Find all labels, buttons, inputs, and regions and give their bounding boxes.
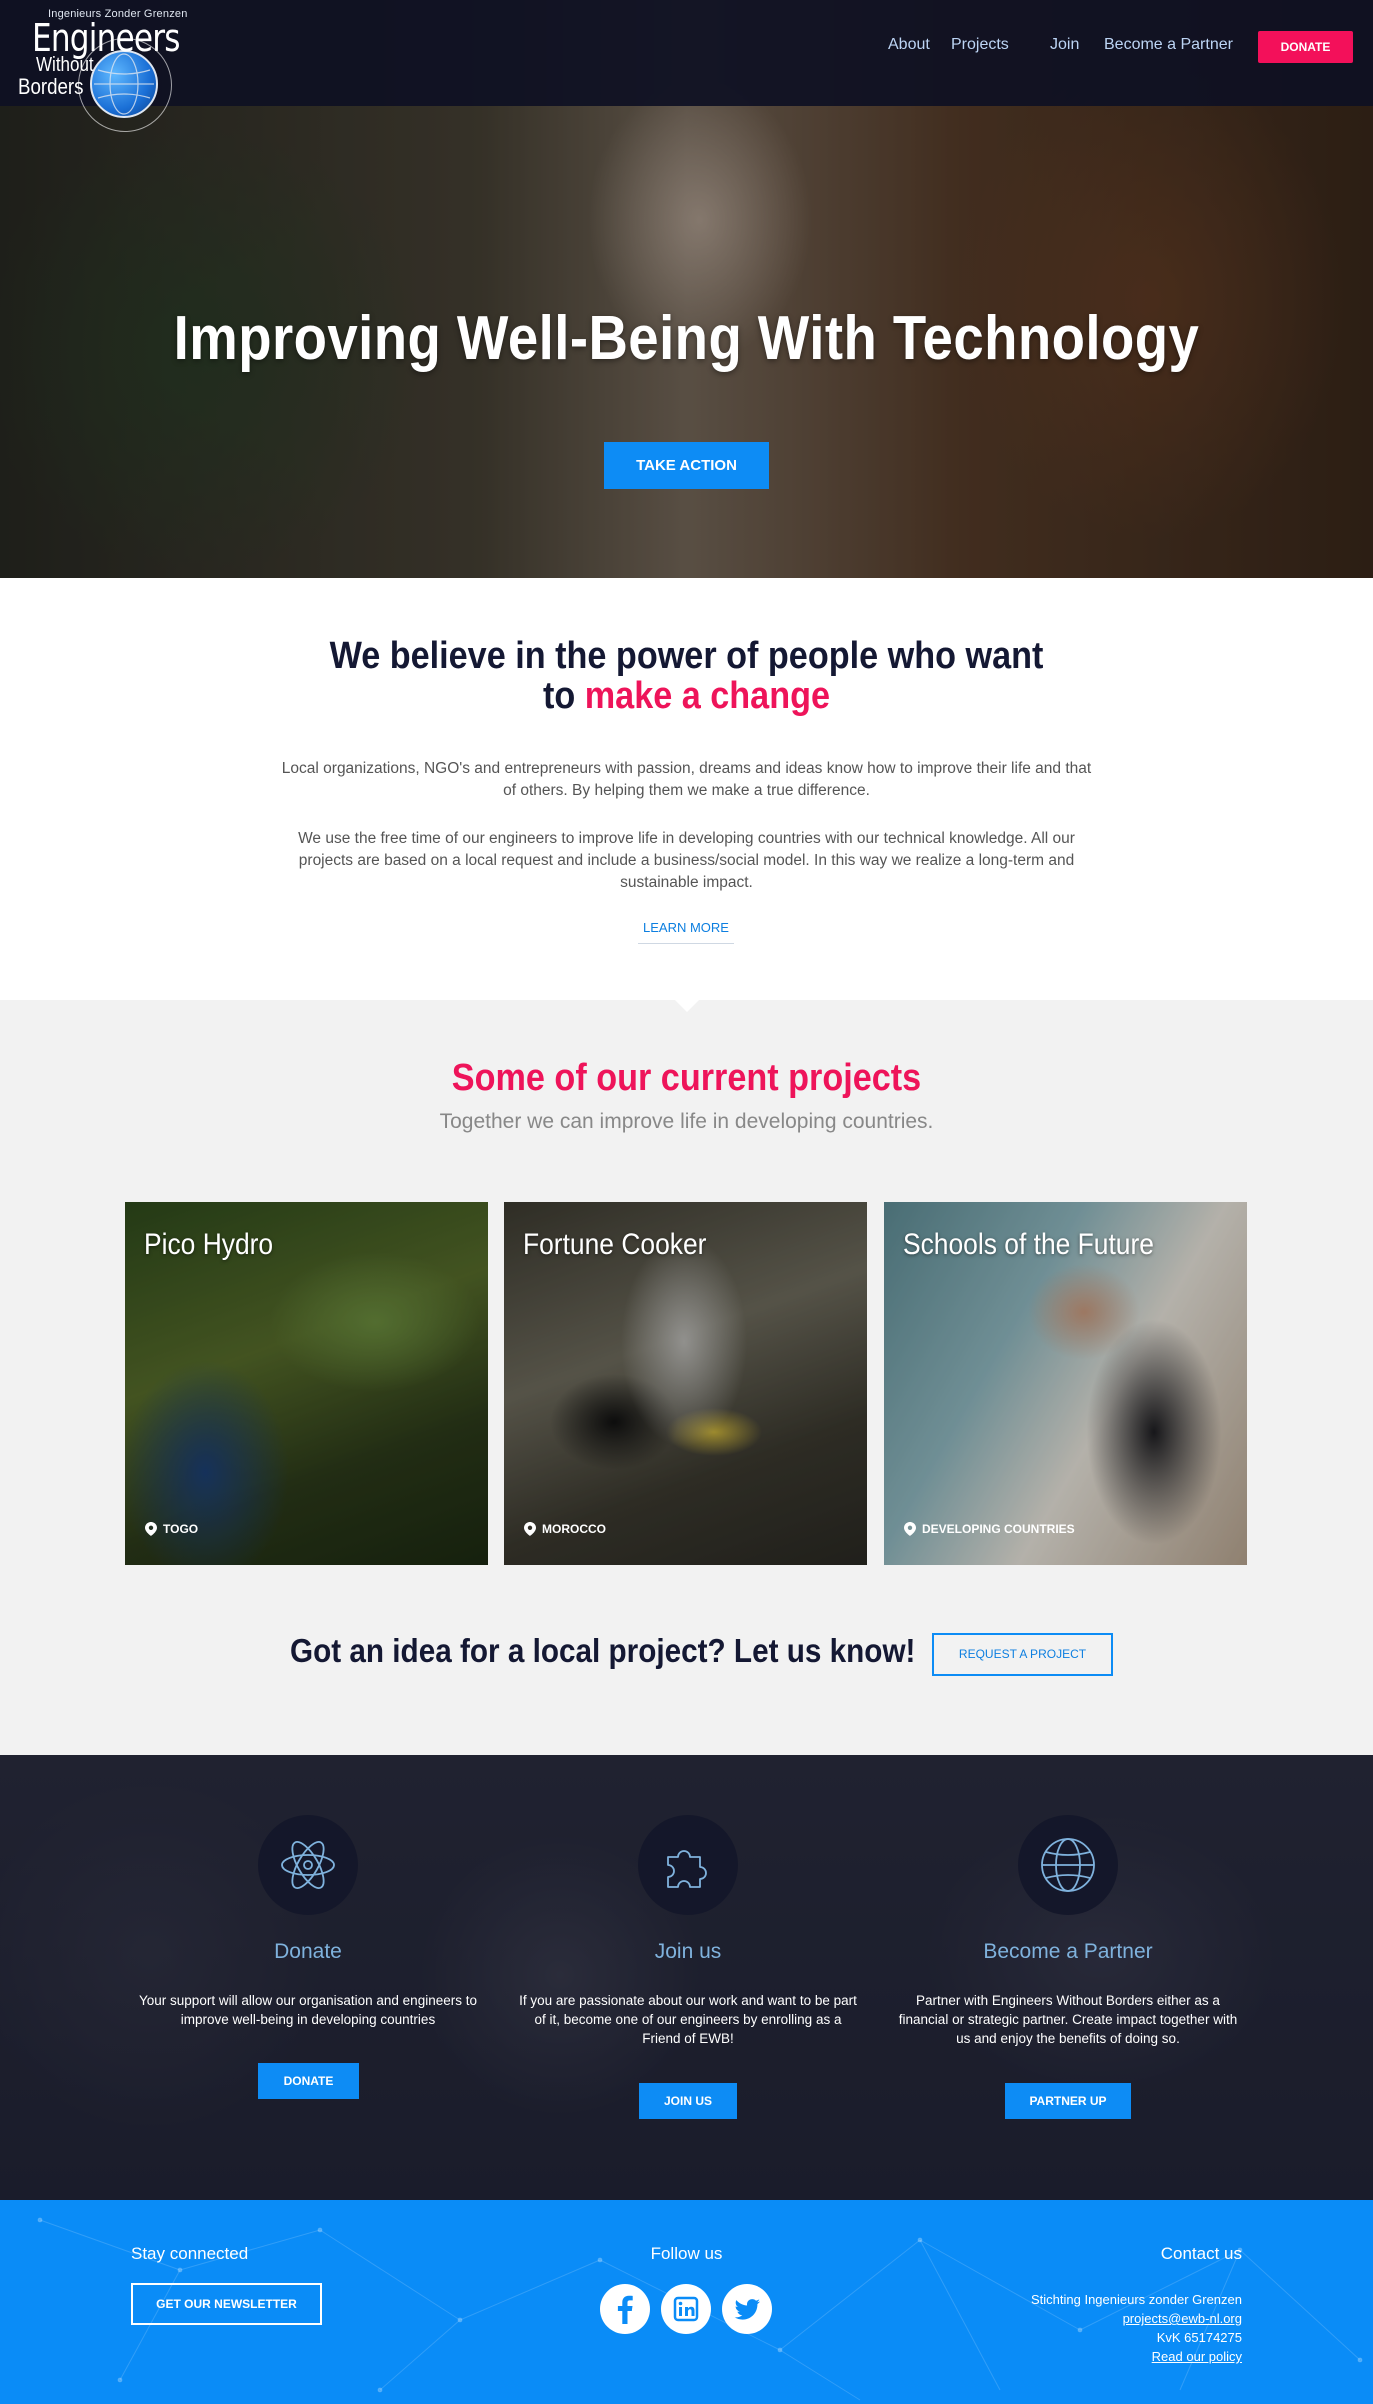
donate-text: Your support will allow our organisation… (139, 1993, 477, 2027)
follow-us-heading: Follow us (650, 2244, 723, 2263)
email-link[interactable]: projects@ewb-nl.org (1123, 2311, 1242, 2326)
mission-heading-accent: make a change (584, 675, 831, 717)
location-pin-icon (145, 1522, 157, 1536)
hero-section: Ingenieurs Zonder Grenzen Engineers With… (0, 0, 1373, 578)
project-idea-heading: Got an idea for a local project? Let us … (290, 1632, 916, 1669)
facebook-icon[interactable] (600, 2284, 650, 2334)
logo-line-borders: Borders (18, 74, 84, 99)
logo-line-engineers: Engineers (32, 16, 180, 60)
project-card-location-text: MOROCCO (542, 1522, 606, 1536)
puzzle-icon (667, 1850, 707, 1888)
atom-icon-circle (258, 1815, 358, 1915)
project-card-location-text: TOGO (163, 1522, 199, 1536)
mission-paragraph-2: We use the free time of our engineers to… (298, 830, 1075, 891)
globe-icon (1041, 1838, 1095, 1892)
learn-more-link[interactable]: LEARN MORE (638, 920, 734, 944)
donate-title: Donate (274, 1940, 342, 1963)
organization-name: Stichting Ingenieurs zonder Grenzen (1030, 2292, 1242, 2307)
project-card-title: Schools of the Future (903, 1228, 1154, 1261)
atom-icon (281, 1841, 335, 1889)
mission-section: We believe in the power of people who wa… (0, 578, 1373, 1000)
nav-about[interactable]: About (888, 36, 930, 54)
nav-join[interactable]: Join (1050, 36, 1079, 54)
policy-link[interactable]: Read our policy (1152, 2349, 1242, 2364)
puzzle-icon-circle (638, 1815, 738, 1915)
section-notch (675, 1000, 699, 1012)
project-card-location: DEVELOPING COUNTRIES (904, 1522, 1075, 1536)
stay-connected-heading: Stay connected (131, 2244, 249, 2263)
take-action-button[interactable]: TAKE ACTION (604, 442, 769, 489)
mission-paragraph-1: Local organizations, NGO's and entrepren… (281, 760, 1092, 799)
nav-donate-button[interactable]: DONATE (1258, 31, 1353, 63)
project-card-location: MOROCCO (524, 1522, 606, 1536)
get-involved-section: Donate Your support will allow our organ… (0, 1755, 1373, 2200)
projects-section: Some of our current projects Together we… (0, 1000, 1373, 1755)
partner-up-button[interactable]: PARTNER UP (1005, 2083, 1131, 2119)
location-pin-icon (524, 1522, 536, 1536)
logo[interactable]: Ingenieurs Zonder Grenzen Engineers With… (18, 8, 188, 132)
hero-title: Improving Well-Being With Technology (173, 304, 1200, 373)
mission-heading-to: to (542, 675, 576, 717)
project-card-schools-of-the-future[interactable]: Schools of the Future DEVELOPING COUNTRI… (884, 1202, 1247, 1565)
footer: Stay connected GET OUR NEWSLETTER Follow… (0, 2200, 1373, 2404)
nav-projects[interactable]: Projects (951, 36, 1009, 54)
projects-heading: Some of our current projects (451, 1057, 922, 1099)
join-title: Join us (654, 1940, 722, 1963)
join-us-button[interactable]: JOIN US (639, 2083, 737, 2119)
linkedin-icon[interactable] (661, 2284, 711, 2334)
nav-become-partner[interactable]: Become a Partner (1104, 36, 1233, 54)
join-text: If you are passionate about our work and… (519, 1993, 857, 2046)
partner-text: Partner with Engineers Without Borders e… (898, 1993, 1238, 2046)
newsletter-button[interactable]: GET OUR NEWSLETTER (131, 2283, 322, 2325)
mission-heading-line1: We believe in the power of people who wa… (329, 635, 1044, 677)
project-card-title: Fortune Cooker (523, 1228, 707, 1261)
project-card-pico-hydro[interactable]: Pico Hydro TOGO (125, 1202, 488, 1565)
project-card-location: TOGO (145, 1522, 198, 1536)
projects-subheading: Together we can improve life in developi… (439, 1110, 934, 1133)
partner-title: Become a Partner (983, 1940, 1153, 1963)
request-project-button[interactable]: REQUEST A PROJECT (932, 1633, 1113, 1676)
globe-icon (90, 50, 158, 118)
contact-us-heading: Contact us (1160, 2244, 1242, 2263)
project-card-location-text: DEVELOPING COUNTRIES (922, 1522, 1075, 1536)
project-card-fortune-cooker[interactable]: Fortune Cooker MOROCCO (504, 1202, 867, 1565)
twitter-icon[interactable] (722, 2284, 772, 2334)
mission-heading: We believe in the power of people who wa… (69, 636, 1305, 716)
location-pin-icon (904, 1522, 916, 1536)
project-card-title: Pico Hydro (144, 1228, 274, 1261)
donate-button[interactable]: DONATE (258, 2063, 359, 2099)
globe-icon-circle (1018, 1815, 1118, 1915)
kvk-number: KvK 65174275 (1156, 2330, 1242, 2345)
